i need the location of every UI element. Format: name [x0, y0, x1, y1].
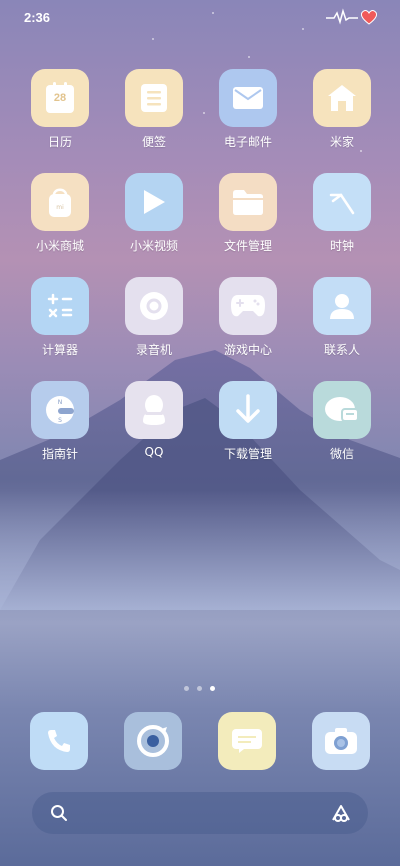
contact-icon[interactable] [313, 277, 371, 335]
gamepad-icon[interactable] [219, 277, 277, 335]
app-label: 米家 [329, 135, 354, 149]
app-label: 微信 [329, 447, 354, 461]
app-play[interactable]: 小米视频 [114, 173, 194, 254]
recorder-icon[interactable] [125, 277, 183, 335]
app-label: 游戏中心 [223, 343, 272, 357]
home-icon[interactable] [313, 69, 371, 127]
app-label: 录音机 [135, 343, 172, 357]
app-penguin[interactable]: QQ [114, 381, 194, 459]
app-label: 文件管理 [223, 239, 272, 253]
svg-text:mi: mi [56, 204, 64, 211]
search-icon [51, 805, 67, 821]
calendar-icon[interactable]: 28 [31, 69, 89, 127]
svg-text:S: S [58, 417, 62, 424]
app-compass[interactable]: N S 指南针 [20, 381, 100, 462]
clock-icon[interactable] [313, 173, 371, 231]
app-recorder[interactable]: 录音机 [114, 277, 194, 358]
dock-camera-icon[interactable] [312, 712, 370, 770]
assistant-icon[interactable] [330, 803, 352, 823]
notes-icon[interactable] [125, 69, 183, 127]
download-icon[interactable] [219, 381, 277, 439]
app-label: 便签 [141, 135, 166, 149]
app-clock[interactable]: 时钟 [302, 173, 382, 254]
calendar-day: 28 [53, 92, 67, 104]
app-calendar[interactable]: 28 日历 [20, 69, 100, 150]
page-dot-3-current[interactable] [210, 686, 215, 691]
app-label: 指南针 [41, 447, 78, 461]
search-bar[interactable] [32, 792, 368, 834]
chat-icon[interactable] [313, 381, 371, 439]
app-label: 小米视频 [129, 239, 178, 253]
app-home[interactable]: 米家 [302, 69, 382, 150]
page-indicator [182, 684, 218, 694]
page-dot-2[interactable] [197, 686, 202, 691]
compass-icon[interactable]: NS [31, 381, 89, 439]
app-download[interactable]: 下载管理 [208, 381, 288, 462]
folder-icon[interactable] [219, 173, 277, 231]
app-contact[interactable]: 联系人 [302, 277, 382, 358]
app-label: 电子邮件 [223, 135, 272, 149]
app-label: 时钟 [329, 239, 354, 253]
page-dot-1[interactable] [184, 686, 189, 691]
app-label: 计算器 [41, 343, 78, 357]
penguin-icon[interactable] [125, 381, 183, 439]
dock-browser-icon[interactable] [124, 712, 182, 770]
svg-text:N: N [58, 399, 63, 406]
calculator-icon[interactable] [31, 277, 89, 335]
heartbeat-icon [326, 8, 378, 25]
app-calculator[interactable]: 计算器 [20, 277, 100, 358]
app-folder[interactable]: 文件管理 [208, 173, 288, 254]
app-label: 日历 [47, 135, 72, 149]
app-chat[interactable]: 微信 [302, 381, 382, 462]
status-bar: 2:36 [0, 0, 400, 34]
app-label: 联系人 [323, 343, 360, 357]
shopping-bag-icon[interactable]: mi [31, 173, 89, 231]
app-label: QQ [144, 445, 164, 459]
app-shopping-bag[interactable]: mi 小米商城 [20, 173, 100, 254]
play-icon[interactable] [125, 173, 183, 231]
dock-message-icon[interactable] [218, 712, 276, 770]
app-label: 小米商城 [35, 239, 84, 253]
dock-phone-icon[interactable] [30, 712, 88, 770]
app-gamepad[interactable]: 游戏中心 [208, 277, 288, 358]
app-email[interactable]: 电子邮件 [208, 69, 288, 150]
status-time: 2:36 [24, 10, 51, 25]
app-notes[interactable]: 便签 [114, 69, 194, 150]
email-icon[interactable] [219, 69, 277, 127]
app-label: 下载管理 [223, 447, 272, 461]
